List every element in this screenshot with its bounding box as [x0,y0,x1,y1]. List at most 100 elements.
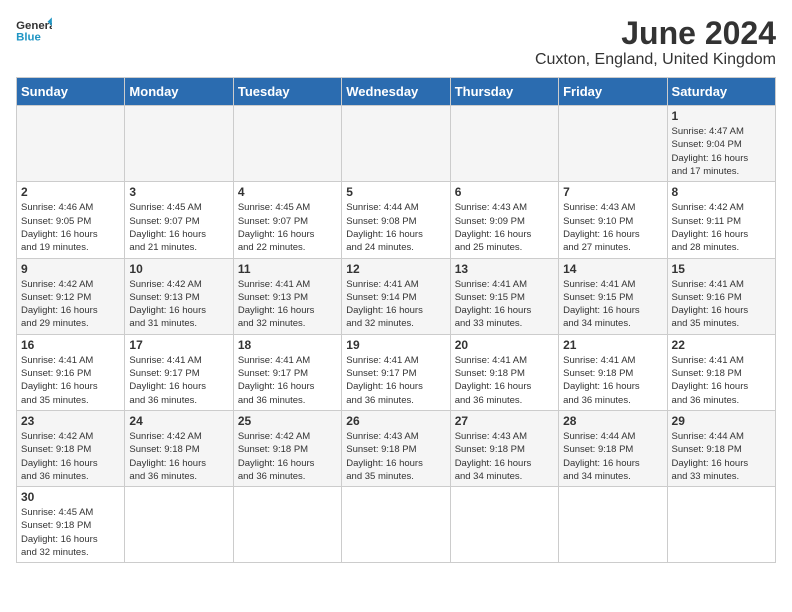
calendar-cell [559,106,667,182]
calendar-cell: 13 Sunrise: 4:41 AM Sunset: 9:15 PM Dayli… [450,258,558,334]
calendar-cell: 26 Sunrise: 4:43 AM Sunset: 9:18 PM Dayli… [342,410,450,486]
day-number: 25 [238,414,337,428]
day-info: Sunrise: 4:47 AM Sunset: 9:04 PM Dayligh… [672,125,771,178]
day-number: 14 [563,262,662,276]
day-info: Sunrise: 4:43 AM Sunset: 9:10 PM Dayligh… [563,201,662,254]
day-info: Sunrise: 4:44 AM Sunset: 9:18 PM Dayligh… [563,430,662,483]
calendar-cell: 7 Sunrise: 4:43 AM Sunset: 9:10 PM Daylig… [559,182,667,258]
day-number: 1 [672,109,771,123]
calendar-cell [17,106,125,182]
calendar-cell [342,106,450,182]
calendar-cell: 24 Sunrise: 4:42 AM Sunset: 9:18 PM Dayli… [125,410,233,486]
day-number: 28 [563,414,662,428]
day-number: 2 [21,185,120,199]
day-number: 18 [238,338,337,352]
week-row-4: 16Sunrise: 4:41 AM Sunset: 9:16 PM Dayli… [17,334,776,410]
day-info: Sunrise: 4:43 AM Sunset: 9:09 PM Dayligh… [455,201,554,254]
day-number: 24 [129,414,228,428]
calendar-cell [342,487,450,563]
day-info: Sunrise: 4:41 AM Sunset: 9:17 PM Dayligh… [346,354,445,407]
week-row-6: 30Sunrise: 4:45 AM Sunset: 9:18 PM Dayli… [17,487,776,563]
day-header-monday: Monday [125,78,233,106]
day-header-saturday: Saturday [667,78,775,106]
day-info: Sunrise: 4:41 AM Sunset: 9:17 PM Dayligh… [129,354,228,407]
calendar-cell: 12 Sunrise: 4:41 AM Sunset: 9:14 PM Dayli… [342,258,450,334]
day-info: Sunrise: 4:42 AM Sunset: 9:18 PM Dayligh… [21,430,120,483]
calendar-cell [450,106,558,182]
day-info: Sunrise: 4:41 AM Sunset: 9:18 PM Dayligh… [455,354,554,407]
calendar-cell: 16Sunrise: 4:41 AM Sunset: 9:16 PM Dayli… [17,334,125,410]
calendar-cell: 23Sunrise: 4:42 AM Sunset: 9:18 PM Dayli… [17,410,125,486]
calendar-subtitle: Cuxton, England, United Kingdom [535,51,776,69]
day-number: 10 [129,262,228,276]
calendar-cell: 19 Sunrise: 4:41 AM Sunset: 9:17 PM Dayli… [342,334,450,410]
day-info: Sunrise: 4:45 AM Sunset: 9:07 PM Dayligh… [238,201,337,254]
day-number: 8 [672,185,771,199]
day-info: Sunrise: 4:46 AM Sunset: 9:05 PM Dayligh… [21,201,120,254]
day-number: 20 [455,338,554,352]
calendar-cell: 3 Sunrise: 4:45 AM Sunset: 9:07 PM Daylig… [125,182,233,258]
calendar-cell: 14 Sunrise: 4:41 AM Sunset: 9:15 PM Dayli… [559,258,667,334]
calendar-cell: 29Sunrise: 4:44 AM Sunset: 9:18 PM Dayli… [667,410,775,486]
day-info: Sunrise: 4:41 AM Sunset: 9:18 PM Dayligh… [563,354,662,407]
calendar-cell: 8Sunrise: 4:42 AM Sunset: 9:11 PM Daylig… [667,182,775,258]
calendar-cell: 30Sunrise: 4:45 AM Sunset: 9:18 PM Dayli… [17,487,125,563]
calendar-cell: 17 Sunrise: 4:41 AM Sunset: 9:17 PM Dayli… [125,334,233,410]
day-number: 5 [346,185,445,199]
day-header-wednesday: Wednesday [342,78,450,106]
calendar-cell: 25 Sunrise: 4:42 AM Sunset: 9:18 PM Dayli… [233,410,341,486]
calendar-title: June 2024 [535,16,776,51]
day-number: 17 [129,338,228,352]
calendar-cell [667,487,775,563]
header: General Blue June 2024 Cuxton, England, … [16,16,776,69]
day-number: 27 [455,414,554,428]
day-info: Sunrise: 4:43 AM Sunset: 9:18 PM Dayligh… [346,430,445,483]
calendar-cell: 5Sunrise: 4:44 AM Sunset: 9:08 PM Daylig… [342,182,450,258]
day-number: 13 [455,262,554,276]
day-header-friday: Friday [559,78,667,106]
day-header-tuesday: Tuesday [233,78,341,106]
calendar-cell: 15 Sunrise: 4:41 AM Sunset: 9:16 PM Dayli… [667,258,775,334]
day-number: 19 [346,338,445,352]
calendar-cell: 11 Sunrise: 4:41 AM Sunset: 9:13 PM Dayli… [233,258,341,334]
day-info: Sunrise: 4:42 AM Sunset: 9:12 PM Dayligh… [21,278,120,331]
calendar-cell [233,487,341,563]
day-number: 7 [563,185,662,199]
day-number: 12 [346,262,445,276]
calendar-table: SundayMondayTuesdayWednesdayThursdayFrid… [16,77,776,563]
calendar-cell: 21 Sunrise: 4:41 AM Sunset: 9:18 PM Dayli… [559,334,667,410]
day-info: Sunrise: 4:42 AM Sunset: 9:18 PM Dayligh… [129,430,228,483]
day-info: Sunrise: 4:41 AM Sunset: 9:16 PM Dayligh… [672,278,771,331]
day-number: 9 [21,262,120,276]
title-area: June 2024 Cuxton, England, United Kingdo… [535,16,776,69]
day-info: Sunrise: 4:41 AM Sunset: 9:14 PM Dayligh… [346,278,445,331]
day-info: Sunrise: 4:42 AM Sunset: 9:18 PM Dayligh… [238,430,337,483]
calendar-body: 1 Sunrise: 4:47 AM Sunset: 9:04 PM Daylig… [17,106,776,563]
calendar-cell: 1 Sunrise: 4:47 AM Sunset: 9:04 PM Daylig… [667,106,775,182]
calendar-cell [125,487,233,563]
week-row-1: 1 Sunrise: 4:47 AM Sunset: 9:04 PM Daylig… [17,106,776,182]
day-number: 15 [672,262,771,276]
day-info: Sunrise: 4:45 AM Sunset: 9:18 PM Dayligh… [21,506,120,559]
day-number: 21 [563,338,662,352]
calendar-cell: 9 Sunrise: 4:42 AM Sunset: 9:12 PM Daylig… [17,258,125,334]
calendar-cell [450,487,558,563]
day-info: Sunrise: 4:41 AM Sunset: 9:15 PM Dayligh… [563,278,662,331]
day-info: Sunrise: 4:41 AM Sunset: 9:13 PM Dayligh… [238,278,337,331]
day-number: 22 [672,338,771,352]
calendar-cell: 2 Sunrise: 4:46 AM Sunset: 9:05 PM Daylig… [17,182,125,258]
day-number: 3 [129,185,228,199]
day-info: Sunrise: 4:41 AM Sunset: 9:15 PM Dayligh… [455,278,554,331]
calendar-cell: 18Sunrise: 4:41 AM Sunset: 9:17 PM Dayli… [233,334,341,410]
day-header-sunday: Sunday [17,78,125,106]
day-number: 11 [238,262,337,276]
day-info: Sunrise: 4:45 AM Sunset: 9:07 PM Dayligh… [129,201,228,254]
day-info: Sunrise: 4:43 AM Sunset: 9:18 PM Dayligh… [455,430,554,483]
calendar-cell: 6Sunrise: 4:43 AM Sunset: 9:09 PM Daylig… [450,182,558,258]
calendar-cell: 10Sunrise: 4:42 AM Sunset: 9:13 PM Dayli… [125,258,233,334]
logo: General Blue [16,16,52,46]
day-header-thursday: Thursday [450,78,558,106]
day-number: 26 [346,414,445,428]
generalblue-logo-icon: General Blue [16,16,52,46]
calendar-cell: 20 Sunrise: 4:41 AM Sunset: 9:18 PM Dayli… [450,334,558,410]
